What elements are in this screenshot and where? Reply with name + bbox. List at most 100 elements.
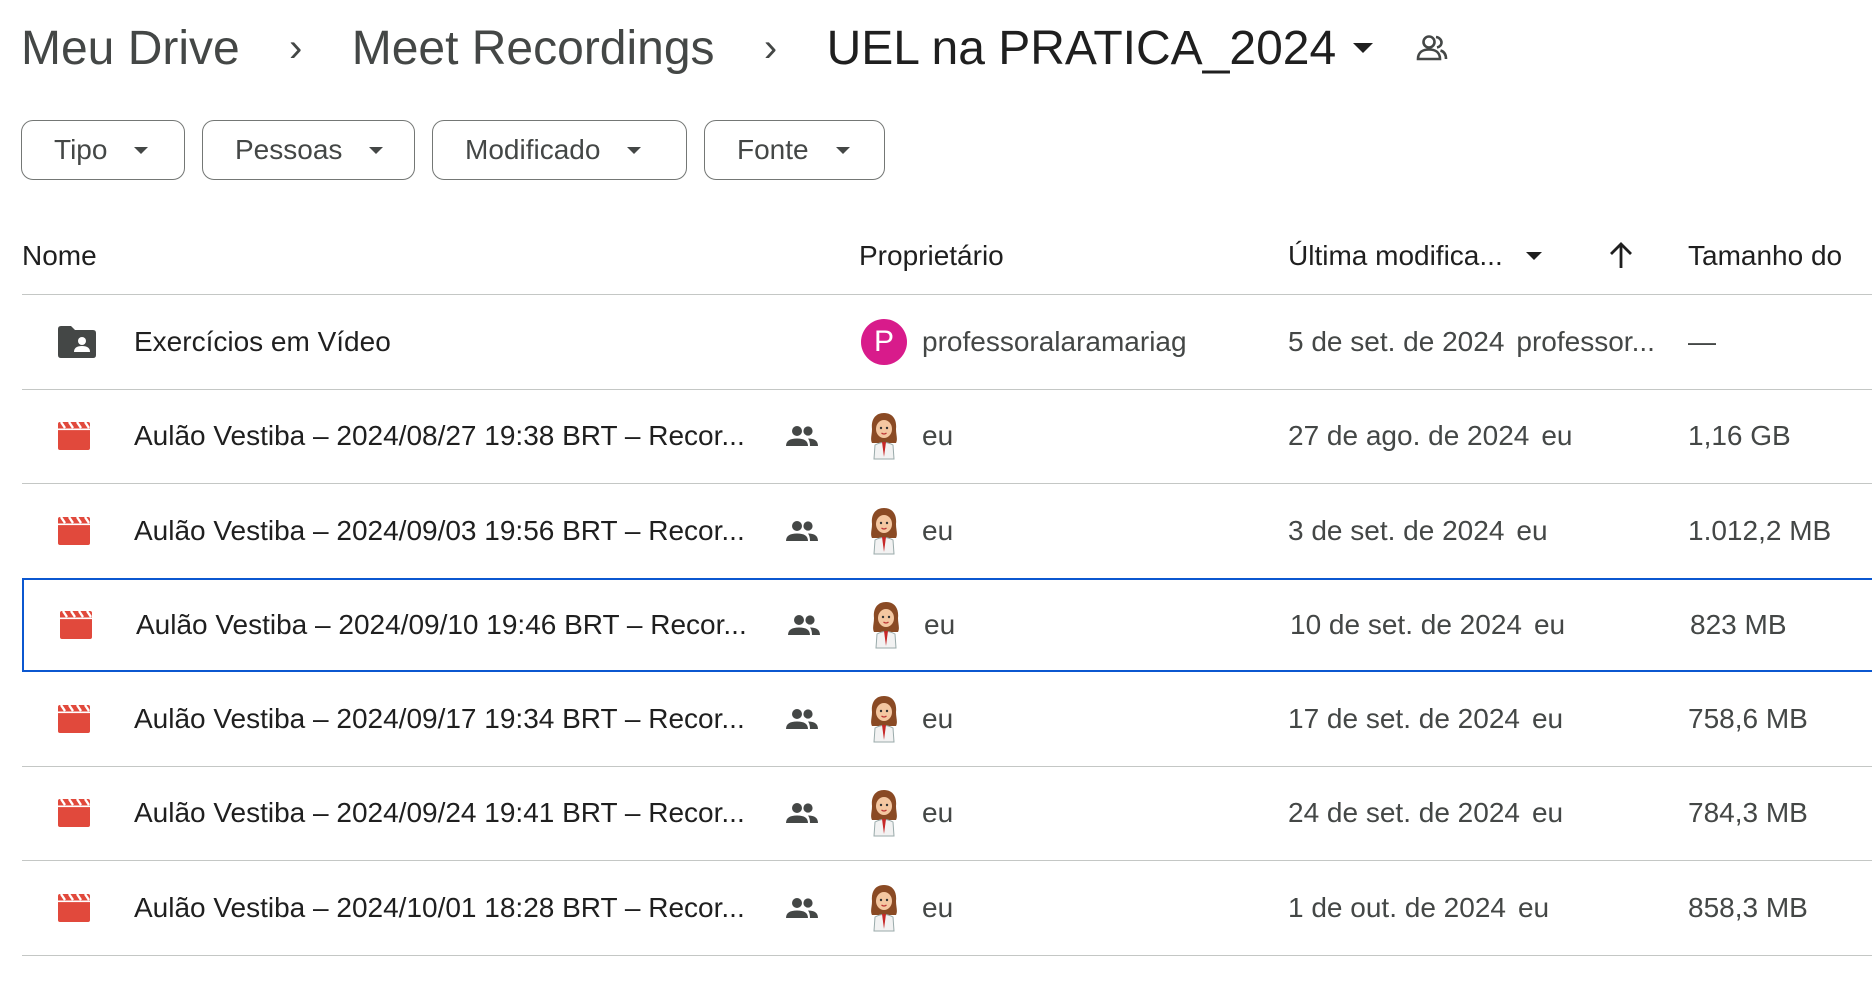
caret-down-icon[interactable] <box>1525 251 1543 261</box>
filter-chip-label: Tipo <box>54 134 108 165</box>
filter-chip-label: Modificado <box>465 134 601 165</box>
file-size: 858,3 MB <box>1688 891 1808 923</box>
owner-avatar <box>869 600 903 650</box>
filter-bar: Tipo Pessoas Modificado Fonte <box>21 120 885 180</box>
file-row[interactable]: Aulão Vestiba – 2024/08/27 19:38 BRT – R… <box>22 390 1872 484</box>
video-file-icon <box>56 861 92 955</box>
shared-people-icon <box>785 390 819 484</box>
modified-date: 24 de set. de 2024 eu <box>1288 767 1563 861</box>
video-file-icon <box>58 580 94 671</box>
breadcrumb: Meu Drive › Meet Recordings › UEL na PRA… <box>21 10 1448 86</box>
filter-chip-label: Fonte <box>737 134 809 165</box>
owner-name: eu <box>922 891 954 923</box>
owner-avatar: P <box>861 318 907 365</box>
file-name[interactable]: Exercícios em Vídeo <box>134 295 391 389</box>
modified-date-text: 5 de set. de 2024 <box>1288 325 1505 357</box>
modified-date-text: 24 de set. de 2024 <box>1288 797 1520 829</box>
filter-chip-pessoas[interactable]: Pessoas <box>202 120 415 180</box>
file-row[interactable]: Aulão Vestiba – 2024/09/03 19:56 BRT – R… <box>22 484 1872 579</box>
file-row[interactable]: Aulão Vestiba – 2024/09/24 19:41 BRT – R… <box>22 767 1872 861</box>
modified-by: eu <box>1531 702 1564 734</box>
shared-people-icon <box>785 861 819 955</box>
modified-by: eu <box>1541 420 1573 452</box>
filter-chip-modificado[interactable]: Modificado <box>432 120 687 180</box>
shared-folder-icon <box>56 295 98 389</box>
file-name[interactable]: Aulão Vestiba – 2024/09/10 19:46 BRT – R… <box>136 580 747 671</box>
owner-name: eu <box>922 797 954 829</box>
file-list: Nome Proprietário Última modifica... Tam… <box>22 218 1872 956</box>
modified-by: eu <box>1516 514 1548 546</box>
modified-date: 5 de set. de 2024 professor... <box>1288 295 1655 389</box>
breadcrumb-item-meu-drive[interactable]: Meu Drive <box>21 21 240 76</box>
file-row[interactable]: Aulão Vestiba – 2024/09/10 19:46 BRT – R… <box>22 577 1872 672</box>
owner-avatar <box>867 411 901 461</box>
shared-people-icon <box>785 672 819 766</box>
file-name[interactable]: Aulão Vestiba – 2024/09/24 19:41 BRT – R… <box>134 767 745 861</box>
breadcrumb-current-folder[interactable]: UEL na PRATICA_2024 <box>827 21 1337 76</box>
owner-avatar <box>867 788 901 838</box>
owner-name: professoralaramariag <box>922 325 1187 357</box>
chevron-right-icon: › <box>289 25 303 70</box>
file-row[interactable]: Aulão Vestiba – 2024/09/17 19:34 BRT – R… <box>22 672 1872 767</box>
video-file-icon <box>56 390 92 484</box>
column-header-size[interactable]: Tamanho do <box>1688 218 1842 294</box>
file-size: 1.012,2 MB <box>1688 514 1832 546</box>
shared-people-icon <box>787 580 821 671</box>
modified-date-text: 1 de out. de 2024 <box>1288 891 1506 923</box>
file-size: 784,3 MB <box>1688 797 1808 829</box>
sort-ascending-arrow-icon[interactable] <box>1608 218 1634 294</box>
file-name[interactable]: Aulão Vestiba – 2024/10/01 18:28 BRT – R… <box>134 861 745 955</box>
file-list-header: Nome Proprietário Última modifica... Tam… <box>22 218 1872 295</box>
file-row[interactable]: Aulão Vestiba – 2024/10/01 18:28 BRT – R… <box>22 861 1872 956</box>
filter-chip-fonte[interactable]: Fonte <box>704 120 885 180</box>
shared-people-icon <box>785 767 819 861</box>
file-size: 823 MB <box>1690 608 1787 640</box>
shared-people-icon[interactable] <box>1416 34 1448 62</box>
owner-name: eu <box>922 702 954 734</box>
owner-avatar <box>867 506 901 556</box>
file-size: 758,6 MB <box>1688 702 1808 734</box>
modified-date: 1 de out. de 2024 eu <box>1288 861 1549 955</box>
column-header-modified[interactable]: Última modifica... <box>1288 218 1543 294</box>
modified-date: 3 de set. de 2024 eu <box>1288 484 1548 578</box>
caret-down-icon <box>835 146 851 155</box>
modified-date-text: 27 de ago. de 2024 <box>1288 420 1530 452</box>
column-header-owner[interactable]: Proprietário <box>859 218 1004 294</box>
shared-people-icon <box>785 484 819 578</box>
folder-menu-caret-icon[interactable] <box>1352 42 1374 54</box>
modified-date-text: 17 de set. de 2024 <box>1288 702 1520 734</box>
column-header-modified-label: Última modifica... <box>1288 240 1503 271</box>
modified-date: 10 de set. de 2024 eu <box>1290 580 1565 671</box>
column-header-name[interactable]: Nome <box>22 218 97 294</box>
owner-name: eu <box>922 420 954 452</box>
owner-name: eu <box>924 608 956 640</box>
caret-down-icon <box>368 146 384 155</box>
file-size: — <box>1688 325 1716 357</box>
file-name[interactable]: Aulão Vestiba – 2024/08/27 19:38 BRT – R… <box>134 390 745 484</box>
folder-row[interactable]: Exercícios em Vídeo Pprofessoralaramariag… <box>22 295 1872 390</box>
owner-avatar <box>867 883 901 933</box>
filter-chip-label: Pessoas <box>235 134 343 165</box>
breadcrumb-item-meet-recordings[interactable]: Meet Recordings <box>352 21 715 76</box>
owner-avatar <box>867 694 901 744</box>
file-rows: Exercícios em Vídeo Pprofessoralaramariag… <box>22 295 1872 956</box>
modified-by: professor... <box>1516 325 1655 357</box>
video-file-icon <box>56 484 92 578</box>
caret-down-icon <box>626 146 642 155</box>
modified-by: eu <box>1517 891 1550 923</box>
video-file-icon <box>56 767 92 861</box>
filter-chip-tipo[interactable]: Tipo <box>21 120 185 180</box>
file-name[interactable]: Aulão Vestiba – 2024/09/03 19:56 BRT – R… <box>134 484 745 578</box>
file-name[interactable]: Aulão Vestiba – 2024/09/17 19:34 BRT – R… <box>134 672 745 766</box>
file-size: 1,16 GB <box>1688 420 1791 452</box>
modified-by: eu <box>1531 797 1564 829</box>
modified-date: 17 de set. de 2024 eu <box>1288 672 1563 766</box>
video-file-icon <box>56 672 92 766</box>
owner-name: eu <box>922 514 954 546</box>
modified-date: 27 de ago. de 2024 eu <box>1288 390 1573 484</box>
modified-date-text: 3 de set. de 2024 <box>1288 514 1505 546</box>
chevron-right-icon: › <box>763 25 778 70</box>
modified-by: eu <box>1533 608 1566 640</box>
modified-date-text: 10 de set. de 2024 <box>1290 608 1522 640</box>
caret-down-icon <box>133 146 149 155</box>
